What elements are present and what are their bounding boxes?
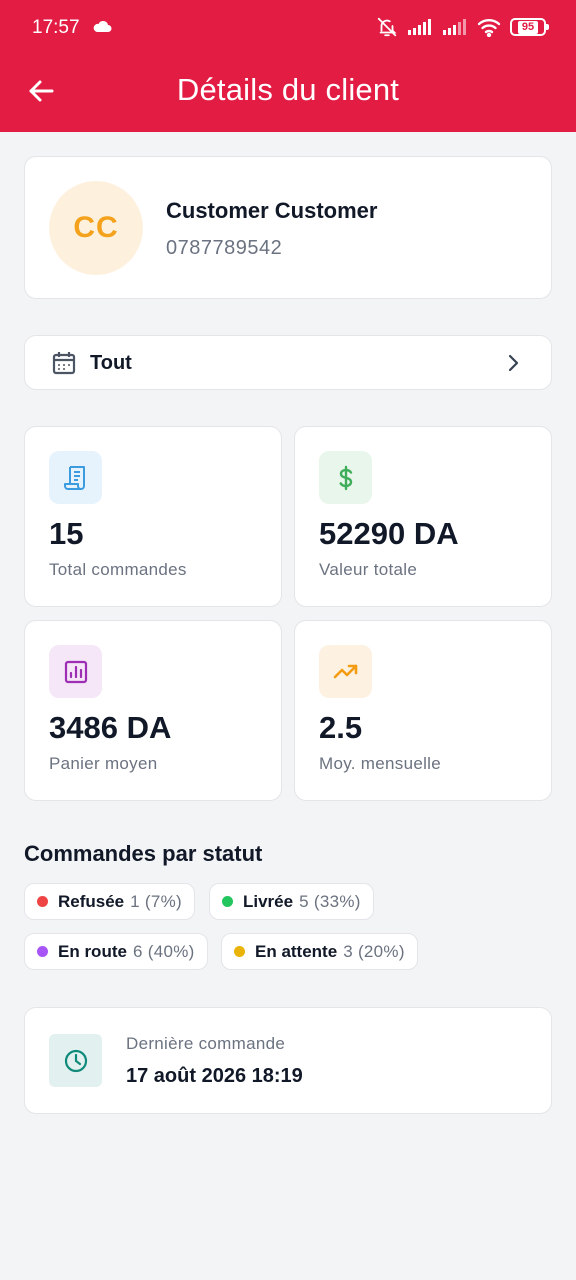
stat-value: 3486 DA — [49, 710, 172, 745]
status-count: 5 (33%) — [299, 891, 361, 911]
stat-label: Total commandes — [49, 560, 187, 579]
trending-up-icon — [333, 664, 357, 678]
section-title-orders-by-status: Commandes par statut — [24, 841, 263, 866]
cloud-icon — [93, 20, 112, 32]
stat-value: 2.5 — [319, 710, 363, 745]
customer-phone: 0787789542 — [166, 237, 283, 259]
status-time: 17:57 — [32, 17, 80, 38]
status-chip-pending[interactable]: En attente 3 (20%) — [221, 933, 418, 970]
status-chip-refused[interactable]: Refusée 1 (7%) — [24, 883, 196, 920]
clock-icon — [64, 1049, 87, 1072]
status-count: 3 (20%) — [343, 941, 405, 961]
signal-icon — [443, 19, 466, 35]
calendar-icon — [52, 352, 76, 375]
app-header: 17:57 95 Détails du client — [0, 0, 576, 132]
stat-value: 15 — [49, 516, 84, 551]
status-dot — [234, 946, 245, 957]
battery-level: 95 — [517, 20, 539, 34]
stat-label: Valeur totale — [319, 560, 418, 579]
stat-card-total-orders: 15 Total commandes — [24, 426, 282, 607]
status-label: Refusée — [58, 891, 125, 911]
stat-value: 52290 DA — [319, 516, 459, 551]
bell-off-icon — [377, 17, 397, 37]
status-count: 1 (7%) — [130, 891, 183, 911]
status-dot — [37, 896, 48, 907]
battery-icon: 95 — [510, 18, 549, 36]
status-chip-on-the-way[interactable]: En route 6 (40%) — [24, 933, 208, 970]
wifi-icon — [477, 19, 501, 37]
status-dot — [222, 896, 233, 907]
stat-label: Panier moyen — [49, 754, 158, 773]
avatar: CC — [49, 181, 143, 275]
stat-icon-box — [319, 645, 372, 698]
status-icons: 95 — [376, 16, 549, 38]
last-order-icon-box — [49, 1034, 102, 1087]
last-order-card: Dernière commande 17 août 2026 18:19 — [24, 1007, 552, 1114]
customer-name: Customer Customer — [166, 198, 378, 223]
signal-icon — [408, 19, 431, 35]
status-count: 6 (40%) — [132, 941, 195, 961]
stat-icon-box — [49, 645, 102, 698]
dollar-icon — [339, 465, 352, 490]
period-label: Tout — [90, 352, 132, 374]
status-chip-delivered[interactable]: Livrée 5 (33%) — [209, 883, 374, 920]
chevron-right-icon — [508, 354, 519, 372]
last-order-date: 17 août 2026 18:19 — [126, 1065, 303, 1087]
stat-card-average-basket: 3486 DA Panier moyen — [24, 620, 282, 801]
page-title: Détails du client — [176, 72, 400, 107]
stat-icon-box — [49, 451, 102, 504]
customer-card: CC Customer Customer 0787789542 — [24, 156, 552, 299]
status-label: Livrée — [243, 891, 294, 911]
stat-icon-box — [319, 451, 372, 504]
last-order-label: Dernière commande — [126, 1034, 286, 1053]
stat-label: Moy. mensuelle — [319, 754, 441, 773]
status-label: En attente — [255, 941, 338, 961]
receipt-icon — [63, 465, 85, 490]
status-label: En route — [58, 941, 127, 961]
status-bar: 17:57 95 — [0, 0, 576, 58]
status-dot — [37, 946, 48, 957]
stat-card-total-value: 52290 DA Valeur totale — [294, 426, 552, 607]
bar-chart-icon — [64, 660, 87, 683]
period-selector[interactable]: Tout — [24, 335, 552, 390]
stat-card-monthly-average: 2.5 Moy. mensuelle — [294, 620, 552, 801]
